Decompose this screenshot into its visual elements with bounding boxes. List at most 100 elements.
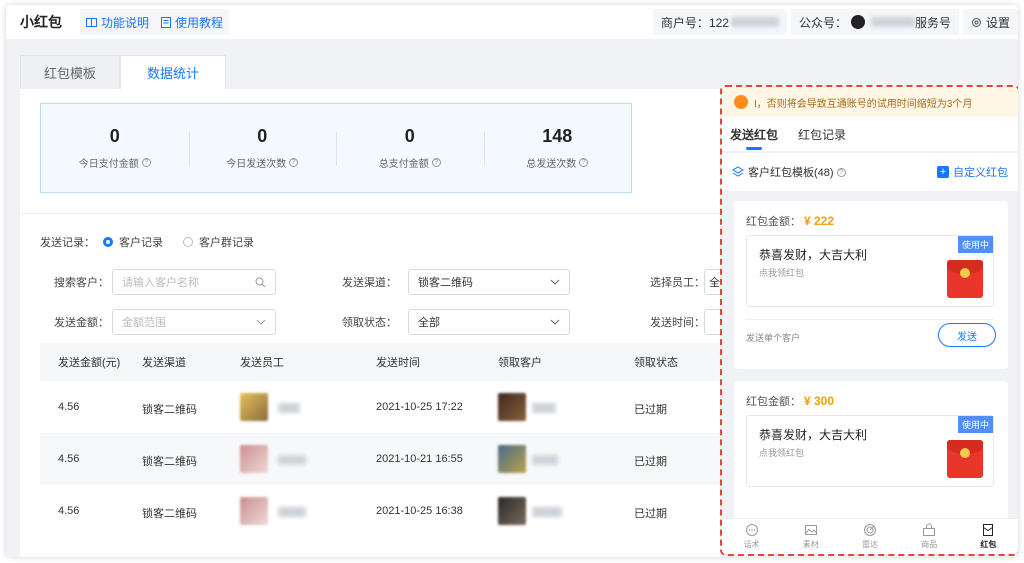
cell-status: 已过期 <box>634 508 667 520</box>
customer-name-blurred <box>532 455 558 465</box>
status-label: 领取状态： <box>342 317 397 329</box>
table-row[interactable]: 4.56 锁客二维码 2021-10-25 16:38 已过期 <box>40 485 724 537</box>
help-icon[interactable]: ? <box>141 158 151 167</box>
staff-avatar <box>240 497 268 525</box>
radio-label: 客户记录 <box>119 237 163 249</box>
amount-value: ¥ 300 <box>804 394 835 408</box>
tab-statistics[interactable]: 数据统计 <box>120 55 226 89</box>
col-status: 领取状态 <box>634 357 678 369</box>
red-packet-title: 恭喜发财，大吉大利 <box>759 248 868 262</box>
app-title: 小红包 <box>20 14 62 30</box>
customer-name-blurred <box>532 507 562 517</box>
channel-value: 锁客二维码 <box>418 277 473 289</box>
nav-products[interactable]: 商品 <box>900 519 959 554</box>
cell-channel: 锁客二维码 <box>142 508 197 520</box>
nav-label: 雷达 <box>862 540 878 549</box>
col-customer: 领取客户 <box>498 357 542 369</box>
bottom-nav: 话术 素材 雷达 商品 红包 <box>722 518 1018 554</box>
red-envelope-icon <box>947 260 983 298</box>
help-icon[interactable]: ? <box>289 158 299 167</box>
tab-send-red-packet[interactable]: 发送红包 <box>730 126 778 143</box>
channel-select[interactable]: 锁客二维码 <box>408 269 570 295</box>
cell-status: 已过期 <box>634 456 667 468</box>
account-name-blurred <box>870 17 915 27</box>
chevron-down-icon <box>256 319 266 325</box>
amount-row: 红包金额： ¥ 222 <box>746 213 834 229</box>
cell-amount: 4.56 <box>58 453 80 465</box>
stat-today-count: 0 今日发送次数? <box>188 104 337 192</box>
divider <box>20 213 724 214</box>
customer-avatar <box>498 393 526 421</box>
nav-radar[interactable]: 雷达 <box>840 519 899 554</box>
red-packet-title: 恭喜发财，大吉大利 <box>759 428 868 442</box>
notice-text: I，否则将会导致互通账号的试用时间缩短为3个月 <box>754 98 973 110</box>
stats-summary: 0 今日支付金额? 0 今日发送次数? 0 总支付金额? 148 总发送次数? <box>40 103 632 193</box>
notice-bar: I，否则将会导致互通账号的试用时间缩短为3个月 <box>722 87 1018 117</box>
sidebar-red-packet-panel: I，否则将会导致互通账号的试用时间缩短为3个月 发送红包 红包记录 客户红包模板… <box>720 85 1018 556</box>
radio-group-record[interactable]: 客户群记录 <box>183 234 254 250</box>
send-single-customer-label: 发送单个客户 <box>746 333 801 343</box>
amount-select[interactable]: 金额范围 <box>112 309 276 335</box>
radio-customer-record[interactable]: 客户记录 <box>103 234 163 250</box>
status-select[interactable]: 全部 <box>408 309 570 335</box>
help-icon[interactable]: ? <box>431 158 441 167</box>
nav-label: 商品 <box>921 540 938 549</box>
tutorial-link[interactable]: 使用教程 <box>155 9 230 35</box>
custom-red-packet-label: 自定义红包 <box>953 167 1008 179</box>
nav-materials[interactable]: 素材 <box>781 519 840 554</box>
red-packet-preview: 恭喜发财，大吉大利 点我领红包 使用中 <box>746 235 994 307</box>
custom-red-packet-button[interactable]: + 自定义红包 <box>937 164 1008 180</box>
red-packet-card: 红包金额： ¥ 300 恭喜发财，大吉大利 点我领红包 使用中 <box>734 381 1008 521</box>
help-icon[interactable]: ? <box>836 167 846 177</box>
statistics-panel: 0 今日支付金额? 0 今日发送次数? 0 总支付金额? 148 总发送次数? … <box>20 89 728 557</box>
tab-red-packet-records[interactable]: 红包记录 <box>798 126 846 143</box>
table-row[interactable]: 4.56 锁客二维码 2021-10-25 17:22 已过期 <box>40 381 724 433</box>
stat-value: 0 <box>257 126 268 146</box>
stat-value: 0 <box>404 126 415 146</box>
customer-name-blurred <box>532 403 556 413</box>
official-account: 公众号： 服务号 <box>790 9 959 35</box>
table-header: 发送金额(元) 发送渠道 发送员工 发送时间 领取客户 领取状态 <box>40 343 724 381</box>
tutorial-label: 使用教程 <box>175 15 224 30</box>
staff-avatar <box>240 445 268 473</box>
feature-guide-link[interactable]: 功能说明 <box>80 9 156 35</box>
radar-icon <box>864 524 876 536</box>
nav-red-packet[interactable]: 红包 <box>959 519 1018 554</box>
stat-value: 148 <box>542 126 573 146</box>
stat-total-count: 148 总发送次数? <box>483 104 632 192</box>
merchant-id-blurred <box>730 17 779 27</box>
send-button[interactable]: 发送 <box>938 323 996 347</box>
template-title: 客户红包模板(48) <box>748 167 834 179</box>
top-bar: 小红包 功能说明 使用教程 商户号：122 公众号： 服务号 设置 <box>6 5 1018 39</box>
chevron-down-icon <box>550 279 560 285</box>
radio-unselected-icon <box>183 237 193 247</box>
search-customer-input[interactable]: 请输入客户名称 <box>112 269 276 295</box>
tab-templates[interactable]: 红包模板 <box>20 55 120 89</box>
amount-value: ¥ 222 <box>804 214 835 228</box>
card-divider <box>746 319 994 320</box>
amount-label: 红包金额： <box>746 396 801 408</box>
red-packet-preview: 恭喜发财，大吉大利 点我领红包 使用中 <box>746 415 994 487</box>
staff-value: 全 <box>709 277 720 289</box>
amount-label: 发送金额： <box>54 317 109 329</box>
red-envelope-icon <box>947 440 983 478</box>
table-row[interactable]: 4.56 锁客二维码 2021-10-21 16:55 已过期 <box>40 433 724 485</box>
status-value: 全部 <box>418 317 440 329</box>
channel-label: 发送渠道： <box>342 277 397 289</box>
col-amount: 发送金额(元) <box>58 357 121 369</box>
feature-guide-label: 功能说明 <box>101 15 150 30</box>
panel-tabs: 发送红包 红包记录 <box>722 117 1018 151</box>
cell-channel: 锁客二维码 <box>142 404 197 416</box>
chat-icon <box>745 524 758 536</box>
help-icon[interactable]: ? <box>579 158 589 167</box>
search-customer-label: 搜索客户： <box>54 277 109 289</box>
settings-button[interactable]: 设置 <box>962 9 1018 35</box>
search-placeholder: 请输入客户名称 <box>122 277 199 289</box>
doc-icon <box>161 16 172 28</box>
red-packet-card: 红包金额： ¥ 222 恭喜发财，大吉大利 点我领红包 使用中 发送单个客户 发送 <box>734 201 1008 369</box>
stat-total-amount: 0 总支付金额? <box>336 104 484 192</box>
staff-name-blurred <box>278 403 300 413</box>
cell-amount: 4.56 <box>58 401 80 413</box>
shop-icon <box>923 523 936 536</box>
nav-scripts[interactable]: 话术 <box>722 519 781 554</box>
